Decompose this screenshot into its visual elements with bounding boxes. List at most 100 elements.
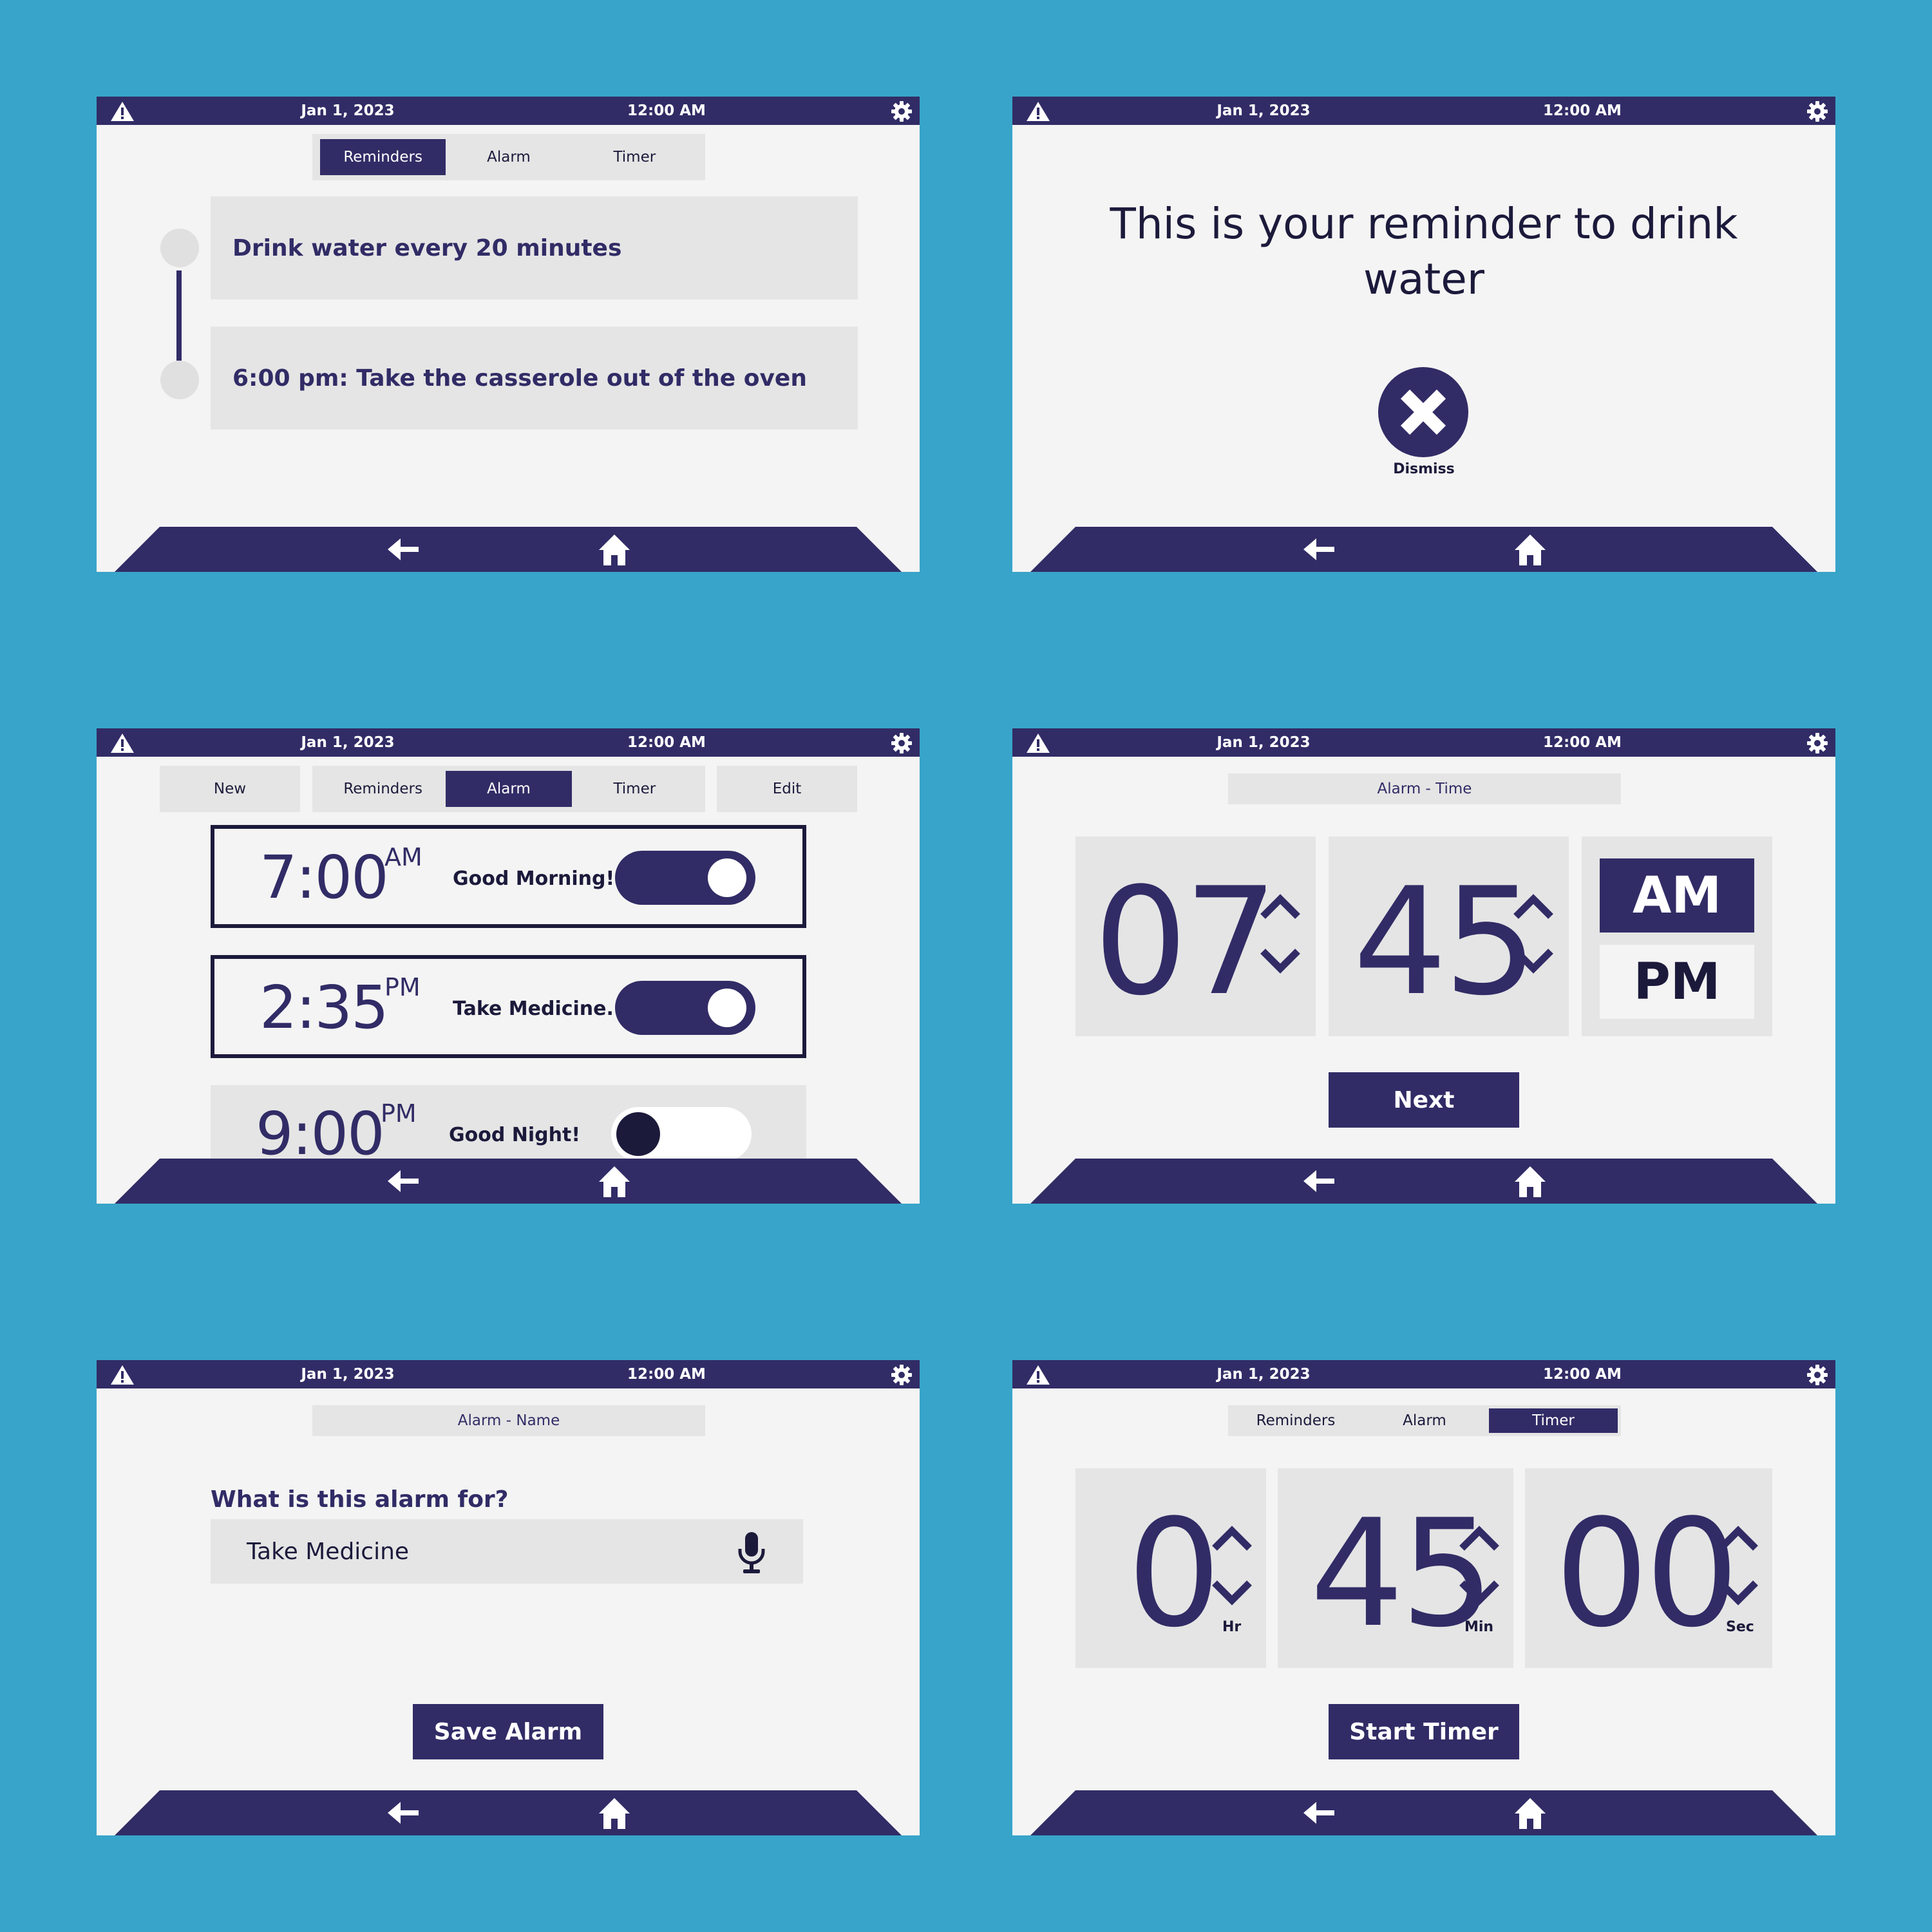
reminder-item[interactable]: 6:00 pm: Take the casserole out of the o… <box>211 327 858 430</box>
hours-unit: Hr <box>1222 1619 1242 1635</box>
back-arrow-icon[interactable] <box>1301 1166 1337 1196</box>
chevron-down-icon[interactable] <box>1258 947 1303 974</box>
back-arrow-icon[interactable] <box>1301 535 1337 564</box>
gear-icon[interactable] <box>890 1363 913 1387</box>
next-button[interactable]: Next <box>1329 1072 1519 1128</box>
alarm-card[interactable]: 7:00 AM Good Morning! <box>211 825 806 928</box>
alarm-period: PM <box>384 973 421 1001</box>
seconds-picker: 00 Sec <box>1525 1468 1772 1668</box>
alarm-name-field[interactable]: Take Medicine <box>211 1519 803 1584</box>
page-title: Alarm - Name <box>312 1405 705 1436</box>
back-arrow-icon[interactable] <box>1301 1798 1337 1828</box>
minute-picker: 45 <box>1329 837 1569 1036</box>
tab-alarm[interactable]: Alarm <box>446 771 572 807</box>
warning-icon[interactable] <box>109 100 135 122</box>
reminders-screen: Jan 1, 2023 12:00 AM Reminders Alarm Tim… <box>97 97 920 572</box>
minutes-picker: 45 Min <box>1278 1468 1513 1668</box>
tab-alarm[interactable]: Alarm <box>446 139 571 175</box>
bottom-nav <box>97 1790 920 1835</box>
tab-reminders[interactable]: Reminders <box>1231 1408 1360 1433</box>
field-label: What is this alarm for? <box>211 1486 509 1513</box>
chevron-up-icon[interactable] <box>1511 893 1556 920</box>
warning-icon[interactable] <box>1025 100 1051 122</box>
bottom-nav <box>1012 527 1835 572</box>
tab-reminders[interactable]: Reminders <box>320 771 446 807</box>
hours-picker: 0 Hr <box>1075 1468 1266 1668</box>
home-icon[interactable] <box>1512 532 1548 567</box>
status-date: Jan 1, 2023 <box>301 1366 395 1383</box>
close-icon <box>1400 389 1446 435</box>
tab-reminders[interactable]: Reminders <box>320 139 446 175</box>
minutes-unit: Min <box>1464 1619 1494 1635</box>
alarm-toggle[interactable] <box>615 981 755 1035</box>
alarm-period: AM <box>384 843 422 871</box>
save-alarm-button[interactable]: Save Alarm <box>413 1704 603 1759</box>
tab-timer[interactable]: Timer <box>572 139 697 175</box>
gear-icon[interactable] <box>1806 732 1829 755</box>
period-picker: AM PM <box>1582 837 1772 1036</box>
start-timer-button[interactable]: Start Timer <box>1329 1704 1519 1759</box>
status-date: Jan 1, 2023 <box>301 102 395 119</box>
alarm-list-screen: Jan 1, 2023 12:00 AM New Reminders Alarm… <box>97 728 920 1204</box>
seconds-value: 00 <box>1555 1488 1739 1660</box>
warning-icon[interactable] <box>109 1364 135 1386</box>
chevron-down-icon[interactable] <box>1511 947 1556 974</box>
chevron-down-icon[interactable] <box>1457 1579 1502 1606</box>
warning-icon[interactable] <box>109 732 135 754</box>
status-bar: Jan 1, 2023 12:00 AM <box>97 728 920 757</box>
gear-icon[interactable] <box>1806 1363 1829 1387</box>
home-icon[interactable] <box>1512 1164 1548 1198</box>
home-icon[interactable] <box>596 1164 632 1198</box>
status-bar: Jan 1, 2023 12:00 AM <box>1012 728 1835 757</box>
new-button[interactable]: New <box>160 766 300 812</box>
tab-bar: Reminders Alarm Timer <box>312 766 705 812</box>
minutes-value: 45 <box>1310 1488 1495 1660</box>
back-arrow-icon[interactable] <box>385 535 421 564</box>
tab-timer[interactable]: Timer <box>572 771 697 807</box>
back-arrow-icon[interactable] <box>385 1798 421 1828</box>
alarm-card[interactable]: 2:35 PM Take Medicine. <box>211 955 806 1058</box>
gear-icon[interactable] <box>890 732 913 755</box>
back-arrow-icon[interactable] <box>385 1166 421 1196</box>
tab-timer[interactable]: Timer <box>1489 1408 1618 1433</box>
tab-alarm[interactable]: Alarm <box>1360 1408 1489 1433</box>
chevron-up-icon[interactable] <box>1209 1525 1255 1552</box>
alarm-toggle[interactable] <box>611 1107 752 1161</box>
reminder-message: This is your reminder to drink water <box>1110 199 1738 304</box>
home-icon[interactable] <box>596 1795 632 1830</box>
reminder-item[interactable]: Drink water every 20 minutes <box>211 196 858 299</box>
dismiss-button[interactable] <box>1378 367 1468 457</box>
warning-icon[interactable] <box>1025 1364 1051 1386</box>
minute-value: 45 <box>1353 857 1538 1028</box>
warning-icon[interactable] <box>1025 732 1051 754</box>
microphone-icon[interactable] <box>735 1531 768 1575</box>
alarm-name-screen: Jan 1, 2023 12:00 AM Alarm - Name What i… <box>97 1360 920 1835</box>
am-option[interactable]: AM <box>1600 858 1754 933</box>
bottom-nav <box>97 527 920 572</box>
chevron-up-icon[interactable] <box>1716 1525 1761 1552</box>
chevron-up-icon[interactable] <box>1258 893 1303 920</box>
timeline-dot <box>160 361 199 399</box>
home-icon[interactable] <box>596 532 632 567</box>
alarm-name-value: Take Medicine <box>247 1538 410 1565</box>
alarm-time: 7:00 <box>260 843 389 912</box>
timeline-dot <box>160 229 199 267</box>
edit-button[interactable]: Edit <box>717 766 857 812</box>
pm-option[interactable]: PM <box>1600 945 1754 1019</box>
alarm-toggle[interactable] <box>615 851 755 905</box>
toggle-knob <box>616 1112 660 1156</box>
status-date: Jan 1, 2023 <box>301 734 395 751</box>
status-time: 12:00 AM <box>1543 102 1622 119</box>
bottom-nav <box>1012 1790 1835 1835</box>
status-time: 12:00 AM <box>627 102 706 119</box>
gear-icon[interactable] <box>1806 100 1829 123</box>
seconds-unit: Sec <box>1726 1619 1754 1635</box>
chevron-down-icon[interactable] <box>1209 1579 1255 1606</box>
home-icon[interactable] <box>1512 1795 1548 1830</box>
dismiss-label: Dismiss <box>1393 461 1455 477</box>
chevron-up-icon[interactable] <box>1457 1525 1502 1552</box>
gear-icon[interactable] <box>890 100 913 123</box>
chevron-down-icon[interactable] <box>1716 1579 1761 1606</box>
hour-value: 07 <box>1094 857 1278 1028</box>
status-bar: Jan 1, 2023 12:00 AM <box>97 97 920 125</box>
